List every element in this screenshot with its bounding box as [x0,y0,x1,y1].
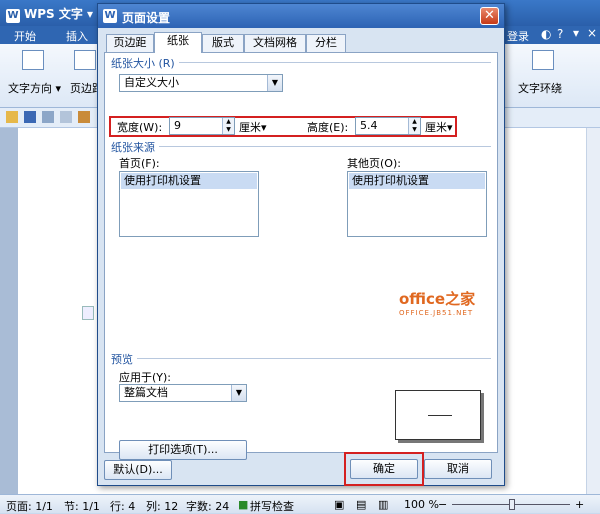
chevron-down-icon[interactable]: ▼ [231,385,246,401]
status-chars: 字数: 24 [186,500,230,513]
width-label: 宽度(W): [117,121,163,134]
spell-check-icon: ■ [238,498,249,511]
other-pages-label: 其他页(O): [347,157,401,170]
width-unit-select[interactable]: 厘米▾ [239,119,267,135]
width-value: 9 [174,119,181,132]
wps-logo-icon: W [6,9,20,23]
undo-icon[interactable] [78,111,90,123]
preview-icon[interactable] [60,111,72,123]
dialog-title: 页面设置 [122,11,171,25]
tab-home[interactable]: 开始 [14,28,36,44]
login-link[interactable]: 登录 [507,28,529,44]
preview-group-title: 预览 [111,351,137,367]
spin-up-icon[interactable]: ▲ [223,118,234,126]
print-options-button[interactable]: 打印选项(T)... [119,440,247,460]
wps-logo-icon: W [103,9,117,23]
app-title: W WPS 文字 ▾ [6,7,94,23]
view-outline-icon[interactable]: ▤ [356,498,366,511]
first-page-list[interactable]: 使用打印机设置 [119,171,259,237]
view-web-icon[interactable]: ▥ [378,498,388,511]
paper-source-divider [111,146,491,147]
spin-down-icon[interactable]: ▼ [409,126,420,134]
text-wrap-button[interactable]: 文字环绕 [518,80,562,96]
tab-margins[interactable]: 页边距 [106,34,154,52]
status-bar: 页面: 1/1 节: 1/1 行: 4 列: 12 字数: 24 ■ 拼写检查 … [0,494,600,513]
print-icon[interactable] [42,111,54,123]
open-icon[interactable] [6,111,18,123]
tab-paper[interactable]: 纸张 [154,32,202,53]
status-page: 页面: 1/1 [6,500,53,513]
height-unit-select[interactable]: 厘米▾ [425,119,453,135]
margins-icon[interactable] [74,50,96,70]
text-direction-icon[interactable] [22,50,44,70]
spin-down-icon[interactable]: ▼ [223,126,234,134]
zoom-level: 100 % [404,498,439,511]
tab-columns[interactable]: 分栏 [306,34,346,52]
close-icon[interactable]: ✕ [480,7,499,25]
cancel-button[interactable]: 取消 [424,459,492,479]
tab-insert[interactable]: 插入 [66,28,88,44]
paper-size-group-title: 纸张大小 (R) [111,55,179,71]
apply-to-label: 应用于(Y): [119,371,172,384]
spin-up-icon[interactable]: ▲ [409,118,420,126]
page-setup-dialog: W 页面设置 ✕ 页边距 纸张 版式 文档网格 分栏 纸张大小 (R) 自定义大… [97,3,505,486]
width-spinner[interactable]: ▲ ▼ [222,118,234,134]
watermark-url: OFFICE.JB51.NET [399,309,474,317]
default-button[interactable]: 默认(D)... [104,460,172,480]
status-row: 行: 4 [110,500,136,513]
text-direction-button[interactable]: 文字方向 ▾ [8,80,61,96]
zoom-out-button[interactable]: − [438,498,447,511]
height-input[interactable]: 5.4 ▲ ▼ [355,117,421,135]
tab-document-grid[interactable]: 文档网格 [244,34,306,52]
chevron-down-icon[interactable]: ▼ [267,75,282,91]
ok-button[interactable]: 确定 [350,459,418,479]
dialog-title-bar[interactable]: W 页面设置 ✕ [98,4,504,28]
save-icon[interactable] [24,111,36,123]
height-value: 5.4 [360,119,378,132]
status-col: 列: 12 [146,500,179,513]
list-item[interactable]: 使用打印机设置 [121,173,257,189]
width-input[interactable]: 9 ▲ ▼ [169,117,235,135]
text-wrap-icon[interactable] [532,50,554,70]
vertical-scrollbar[interactable] [586,128,600,494]
skin-icon[interactable]: ◐ [541,27,551,41]
paste-options-icon[interactable] [82,306,94,320]
watermark-text: office之家 [399,290,476,308]
app-top-right-bar: 登录 ◐ ? ▾ × [505,26,600,44]
status-section: 节: 1/1 [64,500,100,513]
first-page-label: 首页(F): [119,157,160,170]
other-pages-list[interactable]: 使用打印机设置 [347,171,487,237]
paper-size-select[interactable]: 自定义大小 ▼ [119,74,283,92]
apply-to-select[interactable]: 整篇文档 ▼ [119,384,247,402]
paper-tab-panel: 纸张大小 (R) 自定义大小 ▼ 宽度(W): 9 ▲ ▼ 厘米▾ 高度(E): … [104,52,498,460]
paper-size-value: 自定义大小 [124,76,179,89]
zoom-slider-thumb[interactable] [509,499,515,510]
zoom-in-button[interactable]: + [575,498,584,511]
apply-to-value: 整篇文档 [124,386,168,399]
height-label: 高度(E): [307,121,349,134]
dialog-body: 页边距 纸张 版式 文档网格 分栏 纸张大小 (R) 自定义大小 ▼ 宽度(W)… [104,32,498,486]
tab-layout[interactable]: 版式 [202,34,244,52]
page-preview [395,390,481,440]
height-spinner[interactable]: ▲ ▼ [408,118,420,134]
view-page-icon[interactable]: ▣ [334,498,344,511]
help-icon[interactable]: ? [557,27,563,41]
preview-divider [111,358,491,359]
status-spell[interactable]: 拼写检查 [250,498,294,514]
paper-source-group-title: 纸张来源 [111,139,159,155]
minimize-ribbon-icon[interactable]: ▾ [573,26,579,40]
preview-text-line [428,415,452,416]
list-item[interactable]: 使用打印机设置 [349,173,485,189]
close-doc-icon[interactable]: × [587,26,597,40]
